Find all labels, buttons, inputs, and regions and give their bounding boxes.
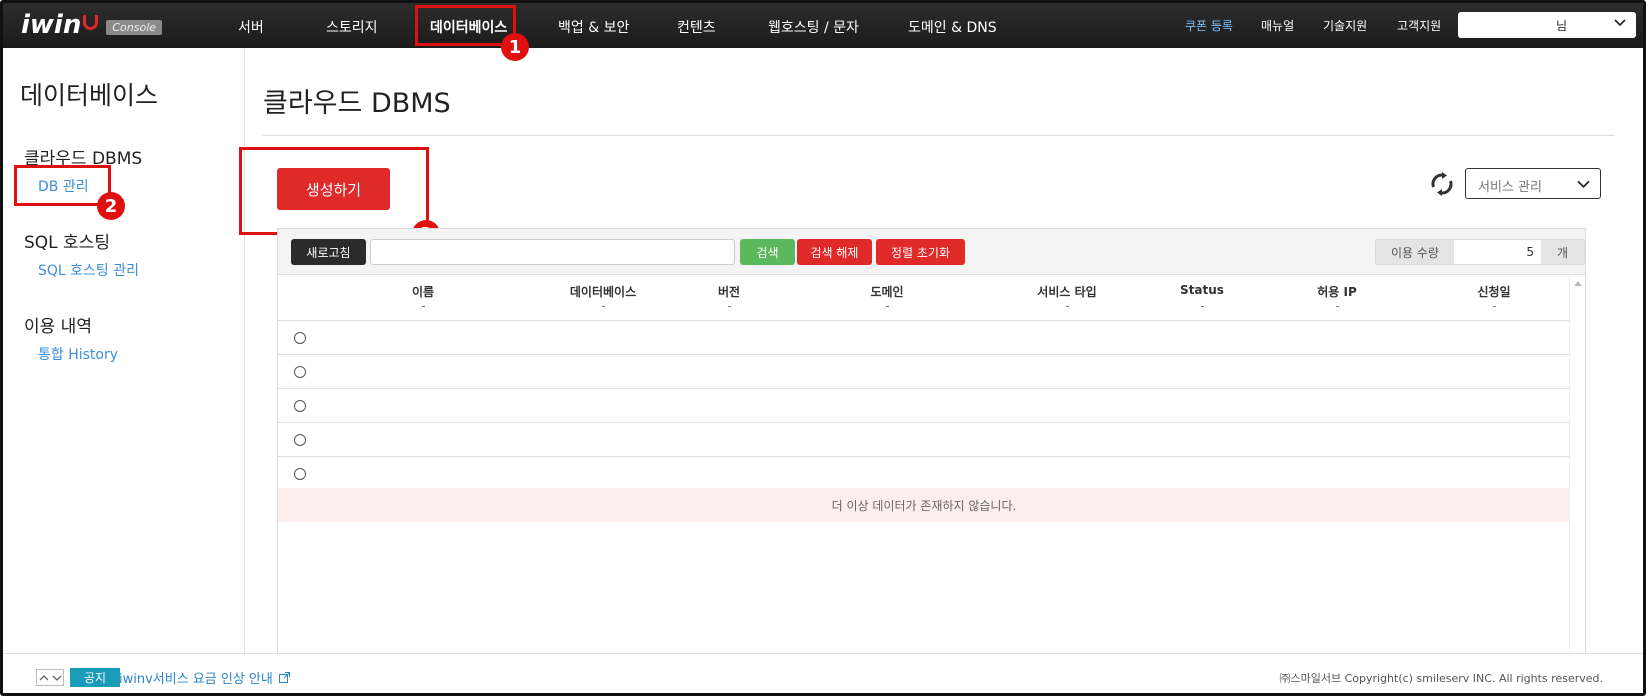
empty-message: 더 이상 데이터가 존재하지 않습니다. bbox=[278, 488, 1570, 522]
column-allowed-ip[interactable]: 허용 IP bbox=[1317, 283, 1357, 300]
clear-search-button[interactable]: 검색 해제 bbox=[797, 239, 872, 265]
step-badge-1: 1 bbox=[501, 33, 529, 61]
scroll-up-arrow-icon[interactable] bbox=[1574, 281, 1582, 286]
row-radio[interactable] bbox=[294, 400, 306, 412]
column-service-type[interactable]: 서비스 타입 bbox=[1037, 283, 1096, 300]
highlight-box-2 bbox=[14, 165, 111, 206]
console-badge: Console bbox=[106, 19, 163, 35]
usage-quantity-label: 이용 수량 bbox=[1376, 240, 1454, 264]
filter-dash bbox=[602, 306, 605, 307]
reset-sort-button[interactable]: 정렬 초기화 bbox=[876, 239, 965, 265]
coupon-link[interactable]: 쿠폰 등록 bbox=[1185, 17, 1233, 34]
usage-quantity: 이용 수량 5 개 bbox=[1375, 239, 1585, 265]
refresh-icon[interactable] bbox=[1430, 172, 1454, 196]
user-name: 님 bbox=[1556, 19, 1568, 33]
table-row[interactable] bbox=[278, 355, 1570, 389]
footer: 공지 iwinv서비스 요금 인상 안내 ㈜스마일서브 Copyright(c)… bbox=[3, 653, 1643, 693]
filter-dash bbox=[1201, 306, 1204, 307]
copyright-text: ㈜스마일서브 Copyright(c) smileserv INC. All r… bbox=[1279, 672, 1603, 685]
notice-next-button[interactable] bbox=[50, 670, 63, 685]
nav-storage[interactable]: 스토리지 bbox=[326, 17, 378, 37]
row-radio[interactable] bbox=[294, 434, 306, 446]
logo-text: iwin bbox=[21, 10, 82, 40]
notice-pager bbox=[36, 669, 64, 686]
table-row[interactable] bbox=[278, 389, 1570, 423]
row-radio[interactable] bbox=[294, 468, 306, 480]
nav-contents[interactable]: 컨텐츠 bbox=[677, 17, 716, 37]
app-window: iwin Console 서버 스토리지 데이터베이스 백업 & 보안 컨텐츠 … bbox=[0, 0, 1646, 696]
logo-smile-icon bbox=[83, 14, 99, 30]
chevron-down-icon bbox=[1577, 180, 1590, 188]
column-status[interactable]: Status bbox=[1180, 283, 1224, 297]
vertical-scrollbar[interactable] bbox=[1569, 276, 1585, 654]
filter-dash bbox=[886, 306, 889, 307]
sidebar: 데이터베이스 클라우드 DBMS DB 관리 SQL 호스팅 SQL 호스팅 관… bbox=[3, 48, 245, 653]
chevron-up-icon bbox=[39, 674, 48, 680]
notice-prev-button[interactable] bbox=[37, 670, 50, 685]
sidebar-group-sql-hosting: SQL 호스팅 bbox=[24, 233, 110, 253]
page-title: 클라우드 DBMS bbox=[263, 88, 451, 119]
filter-dash bbox=[1066, 306, 1069, 307]
tech-support-link[interactable]: 기술지원 bbox=[1323, 17, 1367, 34]
db-grid: 새로고침 검색 검색 해제 정렬 초기화 이용 수량 5 개 이름 데이터베이스… bbox=[277, 228, 1586, 654]
service-manage-select[interactable]: 서비스 관리 bbox=[1465, 168, 1601, 199]
highlight-box-1 bbox=[415, 5, 516, 46]
grid-toolbar: 새로고침 검색 검색 해제 정렬 초기화 이용 수량 5 개 bbox=[278, 229, 1585, 275]
nav-backup-security[interactable]: 백업 & 보안 bbox=[558, 17, 629, 37]
usage-quantity-value: 5 bbox=[1526, 245, 1534, 259]
title-divider bbox=[263, 135, 1615, 136]
sidebar-item-sql-hosting-manage[interactable]: SQL 호스팅 관리 bbox=[38, 260, 139, 280]
filter-dash bbox=[728, 306, 731, 307]
iwin-logo[interactable]: iwin Console bbox=[21, 10, 163, 40]
service-manage-label: 서비스 관리 bbox=[1478, 180, 1542, 195]
manual-link[interactable]: 매뉴얼 bbox=[1261, 17, 1294, 34]
nav-domain-dns[interactable]: 도메인 & DNS bbox=[908, 17, 997, 37]
column-name[interactable]: 이름 bbox=[412, 283, 434, 300]
highlight-box-3 bbox=[239, 147, 429, 235]
nav-webhosting-sms[interactable]: 웹호스팅 / 문자 bbox=[768, 17, 859, 37]
table-header: 이름 데이터베이스 버전 도메인 서비스 타입 Status 허용 IP 신청일 bbox=[278, 276, 1570, 321]
step-badge-2: 2 bbox=[97, 192, 125, 220]
sidebar-group-usage-history: 이용 내역 bbox=[24, 317, 92, 337]
customer-support-link[interactable]: 고객지원 bbox=[1397, 17, 1441, 34]
filter-dash bbox=[422, 306, 425, 307]
table-row[interactable] bbox=[278, 423, 1570, 457]
sidebar-item-integrated-history[interactable]: 통합 History bbox=[38, 344, 118, 364]
refresh-button[interactable]: 새로고침 bbox=[291, 239, 366, 265]
notice-tag: 공지 bbox=[70, 668, 121, 687]
sidebar-title: 데이터베이스 bbox=[20, 81, 159, 110]
table-row[interactable] bbox=[278, 457, 1570, 491]
search-button[interactable]: 검색 bbox=[740, 239, 795, 265]
external-link-icon bbox=[278, 672, 290, 683]
notice-link-text: iwinv서비스 요금 인상 안내 bbox=[119, 672, 273, 687]
filter-dash bbox=[1336, 306, 1339, 307]
usage-quantity-unit: 개 bbox=[1541, 240, 1584, 264]
row-radio[interactable] bbox=[294, 332, 306, 344]
chevron-down-icon bbox=[52, 675, 61, 681]
row-radio[interactable] bbox=[294, 366, 306, 378]
filter-dash bbox=[1493, 306, 1496, 307]
column-request-date[interactable]: 신청일 bbox=[1477, 283, 1510, 300]
column-database[interactable]: 데이터베이스 bbox=[570, 283, 636, 300]
column-version[interactable]: 버전 bbox=[718, 283, 740, 300]
column-domain[interactable]: 도메인 bbox=[870, 283, 903, 300]
search-input[interactable] bbox=[370, 239, 735, 265]
table-row[interactable] bbox=[278, 321, 1570, 355]
user-account-dropdown[interactable]: 님 bbox=[1458, 12, 1636, 38]
chevron-down-icon bbox=[1614, 19, 1626, 27]
nav-server[interactable]: 서버 bbox=[238, 17, 264, 37]
notice-link[interactable]: iwinv서비스 요금 인상 안내 bbox=[119, 668, 290, 687]
top-navigation-bar: iwin Console 서버 스토리지 데이터베이스 백업 & 보안 컨텐츠 … bbox=[3, 3, 1643, 48]
